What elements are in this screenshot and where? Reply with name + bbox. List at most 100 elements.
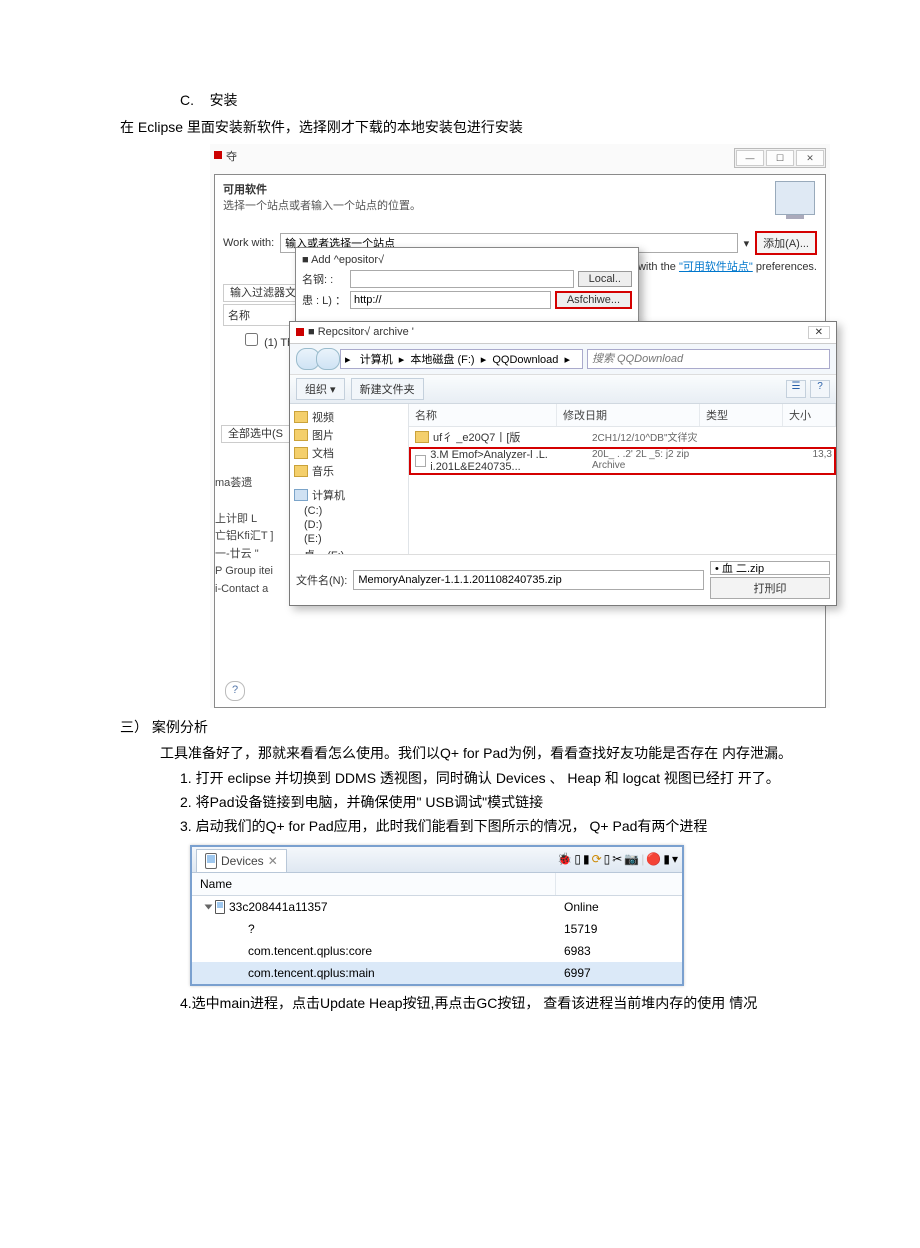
devices-tab[interactable]: Devices ✕	[196, 849, 287, 872]
col-type[interactable]: 类型	[700, 404, 783, 426]
newfolder-button[interactable]: 新建文件夹	[351, 378, 424, 400]
menu-icon[interactable]: ▾	[672, 852, 678, 866]
expand-icon[interactable]	[205, 904, 213, 909]
maximize-button[interactable]: ☐	[766, 150, 794, 166]
local-button[interactable]: Local..	[578, 271, 632, 287]
wizard-icon	[775, 181, 815, 215]
side-computer[interactable]: 计算机	[312, 487, 345, 503]
repo-name-label: 名钢: :	[302, 271, 346, 287]
side-videos[interactable]: 视频	[312, 409, 334, 425]
file-row[interactable]: uf彳 _e20Q7丨[版 2CH1/12/10^DB"文徉灾	[409, 427, 836, 447]
section3-li3: 3. 启动我们的Q+ for Pad应用，此时我们能看到下图所示的情况， Q+ …	[180, 815, 820, 839]
minimize-button[interactable]: —	[736, 150, 764, 166]
side-d[interactable]: (D:)	[304, 519, 322, 531]
stop-process-icon[interactable]: 🔴	[646, 852, 661, 866]
heap-icon[interactable]: ▯	[574, 852, 581, 866]
folder-icon	[294, 465, 308, 477]
filter-label: 输入过滤器文	[223, 284, 303, 302]
section3-li4: 4.选中main进程，点击Update Heap按钮,再点击GC按钮， 查看该进…	[180, 992, 820, 1016]
col-size[interactable]: 大小	[783, 404, 836, 426]
update-heap-icon[interactable]: ▮	[583, 852, 590, 866]
stop-thread-icon[interactable]: ✂	[612, 852, 622, 866]
device-name: 33c208441a11357	[229, 900, 328, 914]
devices-toolbar: 🐞 ▯ ▮ ⟳ ▯ ✂ 📷 | 🔴 ▮ ▾	[557, 852, 682, 866]
side-docs[interactable]: 文档	[312, 445, 334, 461]
workwith-label: Work with:	[223, 237, 274, 249]
eclipse-install-figure: 夺 — ☐ ✕ 可用软件 选择一个站点或者输入一个站点的位置。 Work wit…	[210, 144, 830, 708]
side-music[interactable]: 音乐	[312, 463, 334, 479]
nav-forward-button[interactable]	[316, 348, 340, 370]
file-size	[792, 429, 836, 445]
debug-icon[interactable]: 🐞	[557, 852, 572, 866]
capture-icon[interactable]: ▮	[663, 852, 670, 866]
process-row-selected[interactable]: com.tencent.qplus:main 6997	[192, 962, 682, 984]
side-f[interactable]: 桌... (F:)	[304, 547, 344, 554]
phone-icon	[205, 853, 217, 869]
repo-location-label: 患 : L) ：	[302, 292, 346, 308]
item-c-desc: 在 Eclipse 里面安装新软件，选择刚才下载的本地安装包进行安装	[120, 116, 820, 138]
file-type	[722, 449, 792, 473]
process-pid: 15719	[556, 918, 682, 940]
col-date[interactable]: 修改日期	[557, 404, 700, 426]
path-input[interactable]	[340, 349, 583, 369]
workwith-dropdown-icon[interactable]: ▾	[744, 237, 750, 250]
tree-checkbox[interactable]	[245, 333, 258, 346]
select-all-button[interactable]: 全部选中(S	[221, 425, 290, 443]
fb-help-icon[interactable]: ?	[810, 380, 830, 398]
open-button[interactable]: 打刑印	[710, 577, 830, 599]
process-pid: 6997	[556, 962, 682, 984]
side-e[interactable]: (E:)	[304, 533, 322, 545]
close-button[interactable]: ✕	[796, 150, 824, 166]
window-buttons: — ☐ ✕	[734, 148, 826, 168]
process-row[interactable]: com.tencent.qplus:core 6983	[192, 940, 682, 962]
filename-input[interactable]	[353, 570, 704, 590]
screenshot-icon[interactable]: 📷	[624, 852, 639, 866]
section3-li2: 2. 将Pad设备链接到电脑，并确保使用" USB调试"模式链接	[180, 791, 820, 815]
search-input[interactable]	[587, 349, 830, 369]
fb-icon	[296, 328, 304, 336]
app-icon	[214, 151, 222, 159]
fb-close-button[interactable]: ✕	[808, 326, 830, 339]
filename-label: 文件名(N):	[296, 572, 347, 588]
file-date: 20L_ . .2' 2L _5: j2 zip Archive	[592, 449, 722, 473]
ddms-devices-view: Devices ✕ 🐞 ▯ ▮ ⟳ ▯ ✂ 📷 | 🔴 ▮ ▾	[190, 845, 684, 986]
archive-button[interactable]: Asfchiwe...	[555, 291, 632, 309]
threads-icon[interactable]: ▯	[604, 852, 611, 866]
item-c-title: 安装	[210, 92, 238, 108]
devices-col-name: Name	[192, 873, 556, 895]
organize-button[interactable]: 组织 ▾	[296, 378, 345, 400]
side-pictures[interactable]: 图片	[312, 427, 334, 443]
section3-heading: 三） 案例分析	[120, 716, 820, 738]
fb-sidebar: 视频 图片 文档 音乐 计算机 (C:) (D:) (E:) 桌... (F:)…	[290, 404, 409, 554]
folder-icon	[294, 447, 308, 459]
section3-li1: 1. 打开 eclipse 并切换到 DDMS 透视图，同时确认 Devices…	[180, 767, 820, 791]
filetype-select[interactable]	[710, 561, 830, 575]
folder-icon	[415, 431, 429, 443]
item-c-label: C.	[180, 92, 194, 108]
file-row-selected[interactable]: 3.M Emof>Analyzer-l .L. i.201L&E240735..…	[409, 447, 836, 475]
process-name: com.tencent.qplus:core	[248, 944, 372, 958]
device-status: Online	[556, 896, 682, 918]
phone-icon	[215, 900, 225, 914]
repo-name-input[interactable]	[350, 270, 574, 288]
file-name: 3.M Emof>Analyzer-l .L. i.201L&E240735..…	[430, 449, 592, 473]
file-type	[722, 429, 792, 445]
computer-icon	[294, 489, 308, 501]
fb-title-text: ■ Repcsitor√ archive '	[308, 326, 414, 339]
process-name: com.tencent.qplus:main	[248, 966, 375, 980]
col-name[interactable]: 名称	[409, 404, 557, 426]
process-row[interactable]: ? 15719	[192, 918, 682, 940]
devices-tab-label: Devices	[221, 854, 264, 868]
help-icon[interactable]: ?	[225, 681, 245, 701]
file-name: uf彳 _e20Q7丨[版	[433, 429, 520, 445]
device-row[interactable]: 33c208441a11357 Online	[192, 896, 682, 918]
gc-icon[interactable]: ⟳	[592, 852, 602, 866]
preferences-link[interactable]: "可用软件站点"	[679, 261, 753, 273]
tab-close-icon[interactable]: ✕	[268, 854, 278, 868]
pref-suffix: preferences.	[756, 261, 817, 273]
add-button[interactable]: 添加(A)...	[755, 231, 817, 255]
repo-location-input[interactable]	[350, 291, 551, 309]
view-icon[interactable]: ☰	[786, 380, 806, 398]
top-char: 夺	[226, 148, 237, 164]
side-c[interactable]: (C:)	[304, 505, 322, 517]
